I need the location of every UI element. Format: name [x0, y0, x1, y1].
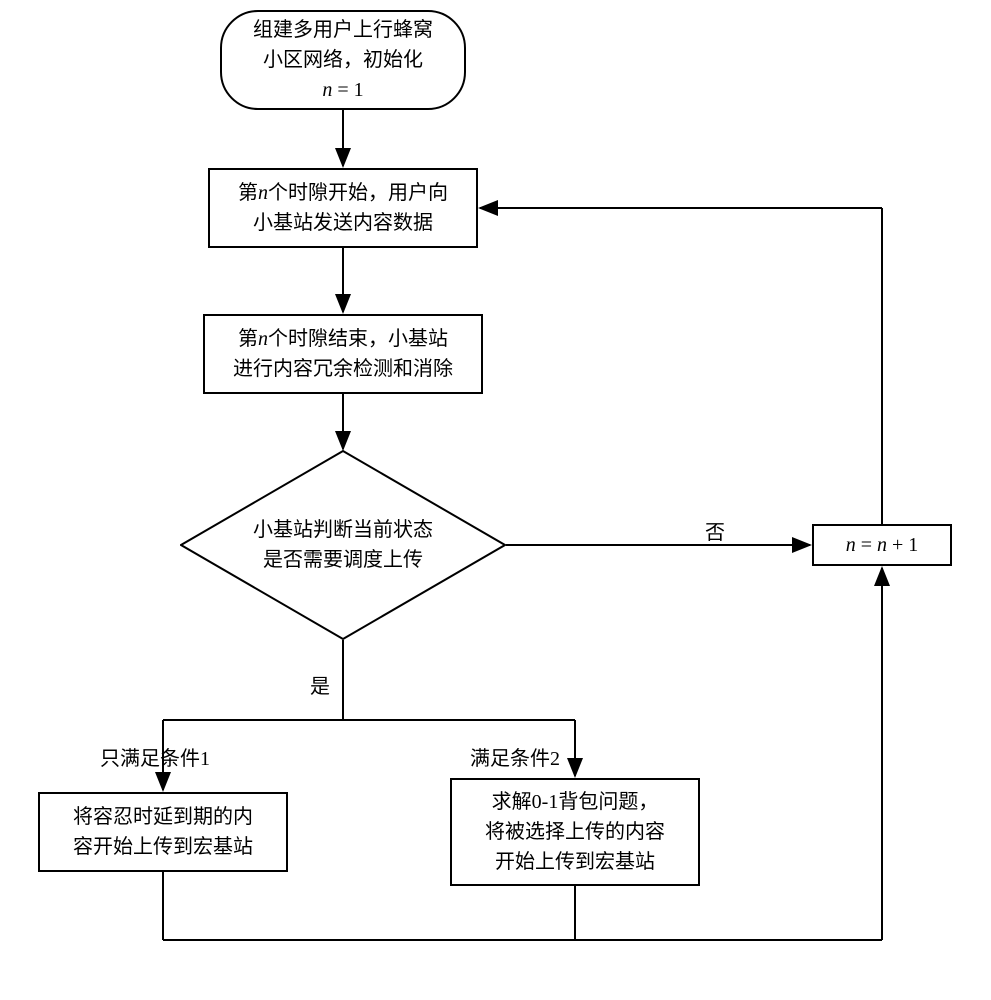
left-node: 将容忍时延到期的内 容开始上传到宏基站 [38, 792, 288, 872]
inc-eq: = [856, 534, 877, 556]
right-line2: 将被选择上传的内容 [485, 821, 665, 843]
label-cond2: 满足条件2 [470, 742, 560, 771]
start-n: n [322, 79, 332, 101]
inc-plus: + 1 [887, 534, 918, 556]
step2-n: n [258, 328, 268, 350]
step2-post1: 个时隙结束，小基站 [268, 328, 448, 350]
step2-line2: 进行内容冗余检测和消除 [233, 358, 453, 380]
left-line1: 将容忍时延到期的内 [73, 806, 253, 828]
label-yes: 是 [310, 670, 330, 699]
start-line2: 小区网络，初始化 [263, 49, 423, 71]
start-node: 组建多用户上行蜂窝 小区网络，初始化 n = 1 [220, 10, 466, 110]
label-no: 否 [705, 516, 725, 545]
right-node: 求解0-1背包问题， 将被选择上传的内容 开始上传到宏基站 [450, 778, 700, 886]
right-line1: 求解0-1背包问题， [492, 791, 659, 813]
step2-pre: 第 [238, 328, 258, 350]
inc-n2: n [877, 534, 887, 556]
decision-line2: 是否需要调度上传 [263, 549, 423, 571]
decision-line1: 小基站判断当前状态 [253, 519, 433, 541]
step1-pre: 第 [238, 182, 258, 204]
right-line3: 开始上传到宏基站 [495, 851, 655, 873]
start-eq1: = 1 [332, 79, 363, 101]
label-cond1: 只满足条件1 [100, 742, 210, 771]
left-line2: 容开始上传到宏基站 [73, 836, 253, 858]
start-line1: 组建多用户上行蜂窝 [253, 19, 433, 41]
step1-line2: 小基站发送内容数据 [253, 212, 433, 234]
step1-post1: 个时隙开始，用户向 [268, 182, 448, 204]
inc-n1: n [846, 534, 856, 556]
step1-n: n [258, 182, 268, 204]
step2-node: 第n个时隙结束，小基站 进行内容冗余检测和消除 [203, 314, 483, 394]
decision-node: 小基站判断当前状态 是否需要调度上传 [180, 450, 506, 640]
step1-node: 第n个时隙开始，用户向 小基站发送内容数据 [208, 168, 478, 248]
inc-node: n = n + 1 [812, 524, 952, 566]
